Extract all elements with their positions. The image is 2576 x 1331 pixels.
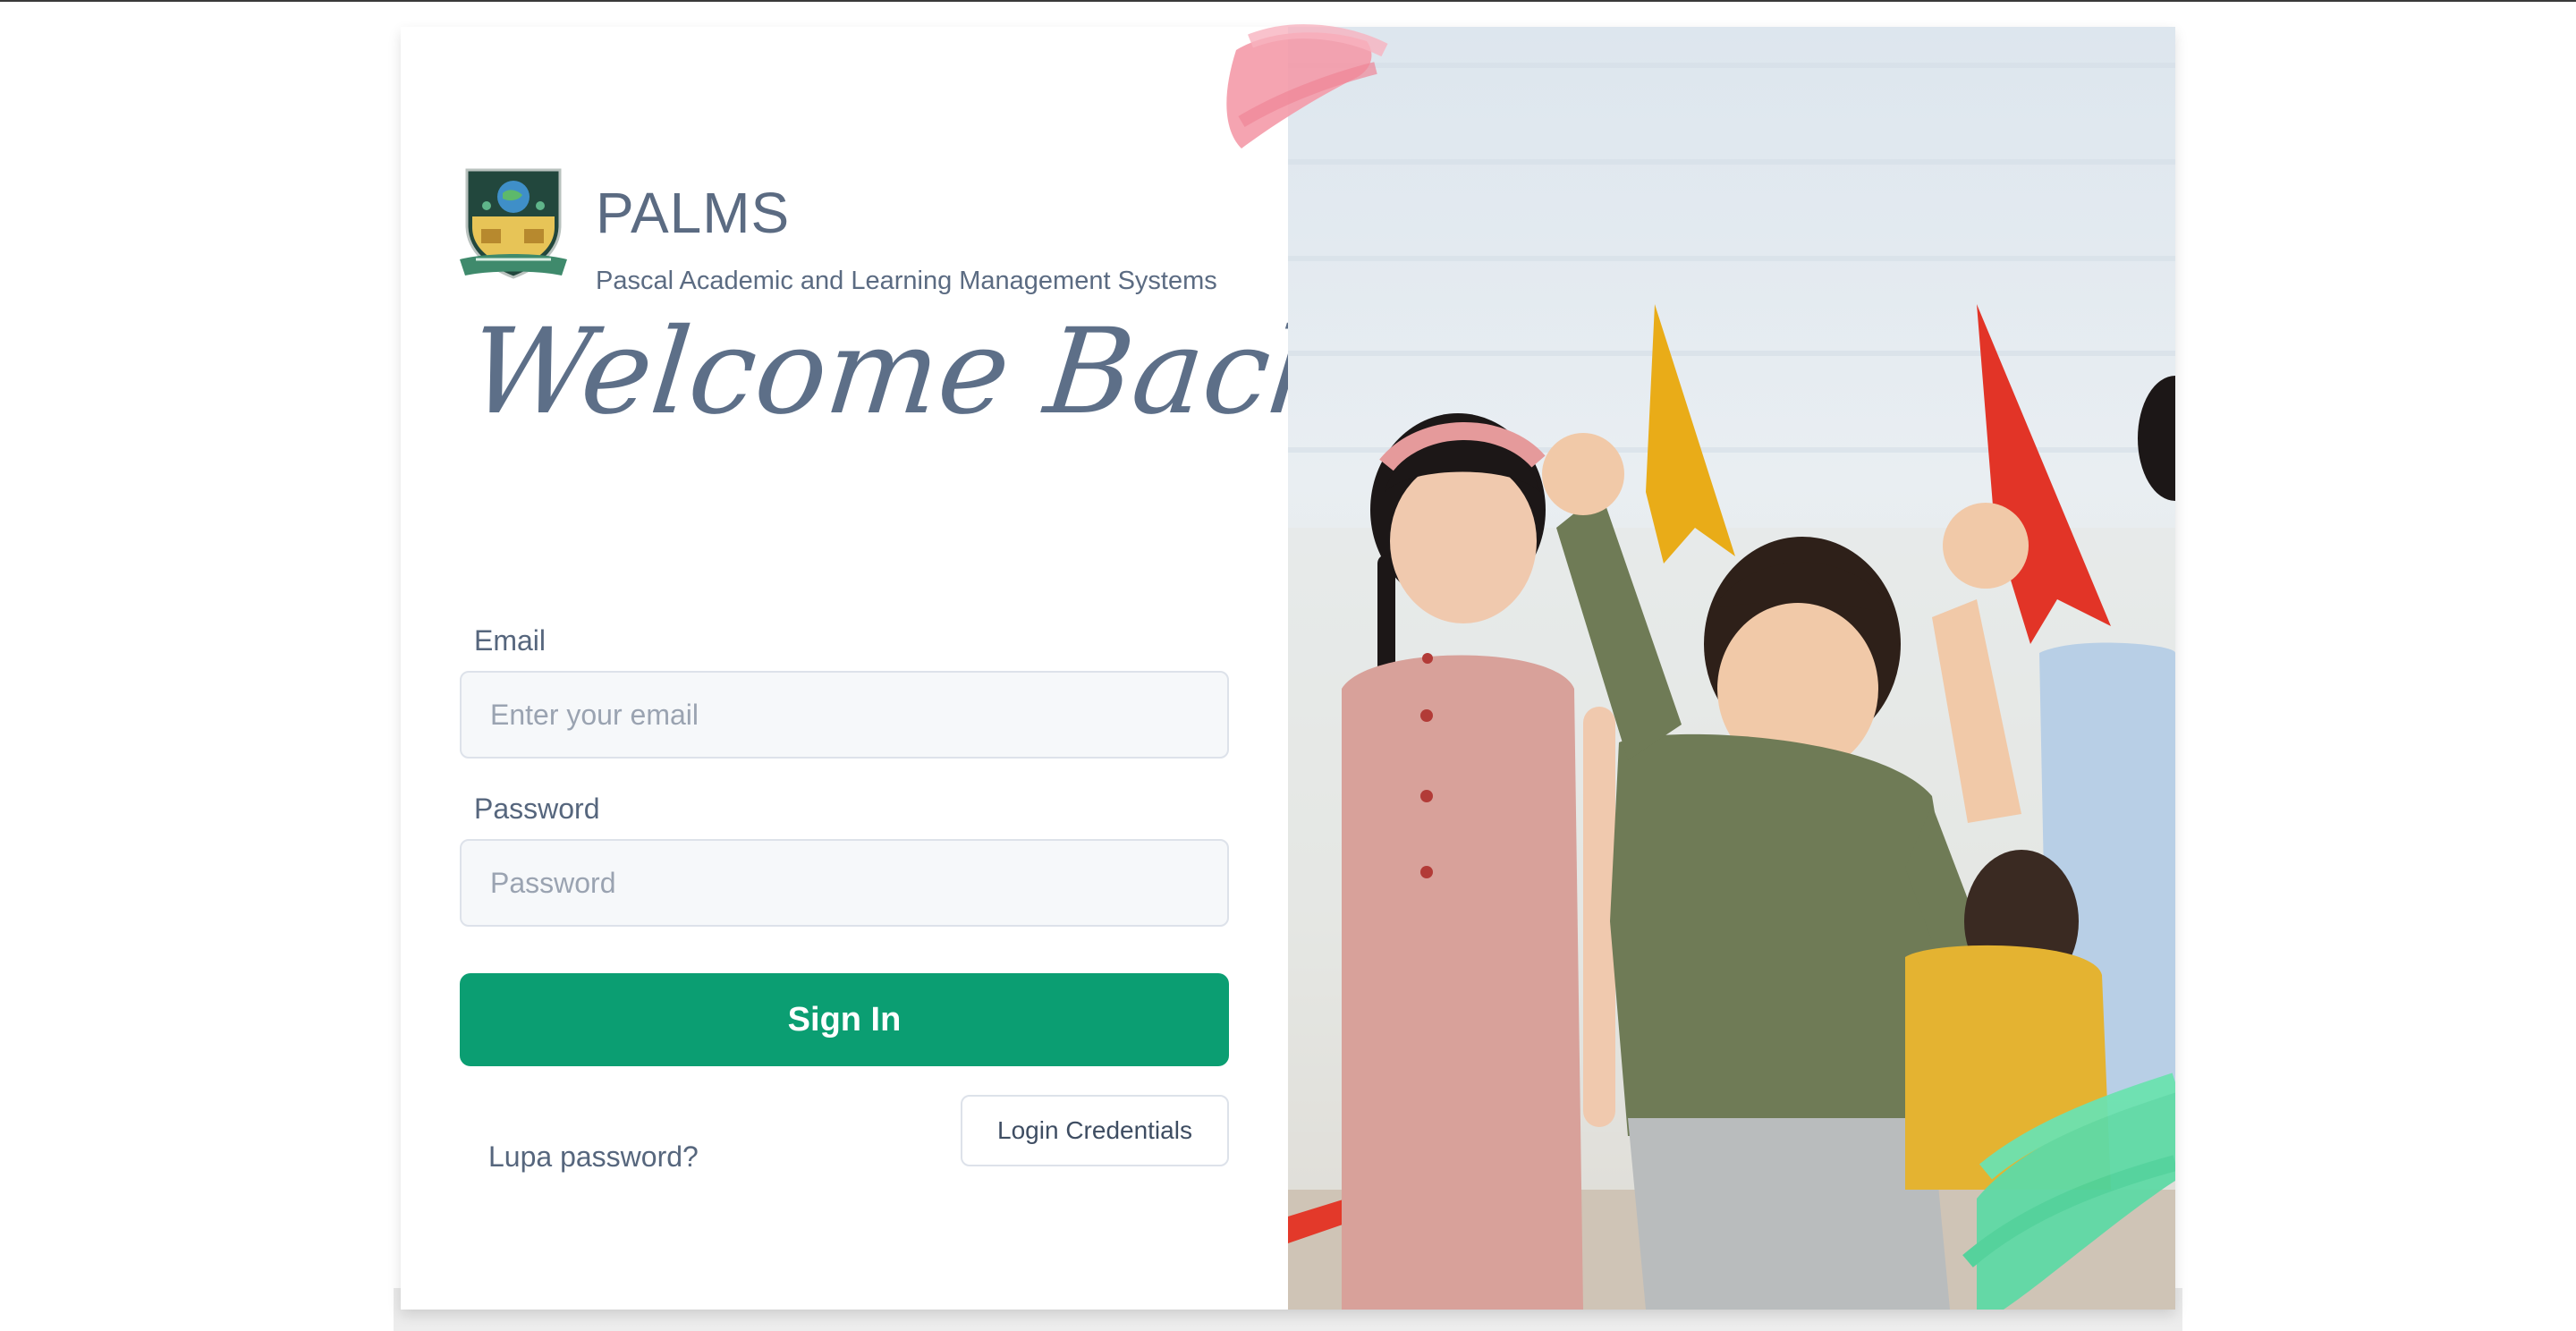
- forgot-password-link[interactable]: Lupa password?: [488, 1140, 699, 1174]
- login-panel: PALMS Pascal Academic and Learning Manag…: [401, 27, 1349, 1310]
- email-input[interactable]: [460, 671, 1229, 759]
- sign-in-button[interactable]: Sign In: [460, 973, 1229, 1066]
- login-card: PALMS Pascal Academic and Learning Manag…: [401, 24, 2175, 1310]
- school-crest-icon: [460, 168, 567, 279]
- login-credentials-button[interactable]: Login Credentials: [961, 1095, 1229, 1166]
- welcome-heading: Welcome Back: [462, 303, 1349, 441]
- email-label: Email: [474, 624, 547, 657]
- password-label: Password: [474, 793, 600, 825]
- password-input[interactable]: [460, 839, 1229, 927]
- window-top-border: [0, 0, 2576, 2]
- app-subtitle: Pascal Academic and Learning Management …: [596, 267, 1217, 295]
- brand-header: PALMS Pascal Academic and Learning Manag…: [460, 166, 1247, 294]
- app-title: PALMS: [596, 181, 791, 245]
- classroom-illustration: [1288, 63, 2175, 1310]
- hero-illustration: [1288, 27, 2175, 1310]
